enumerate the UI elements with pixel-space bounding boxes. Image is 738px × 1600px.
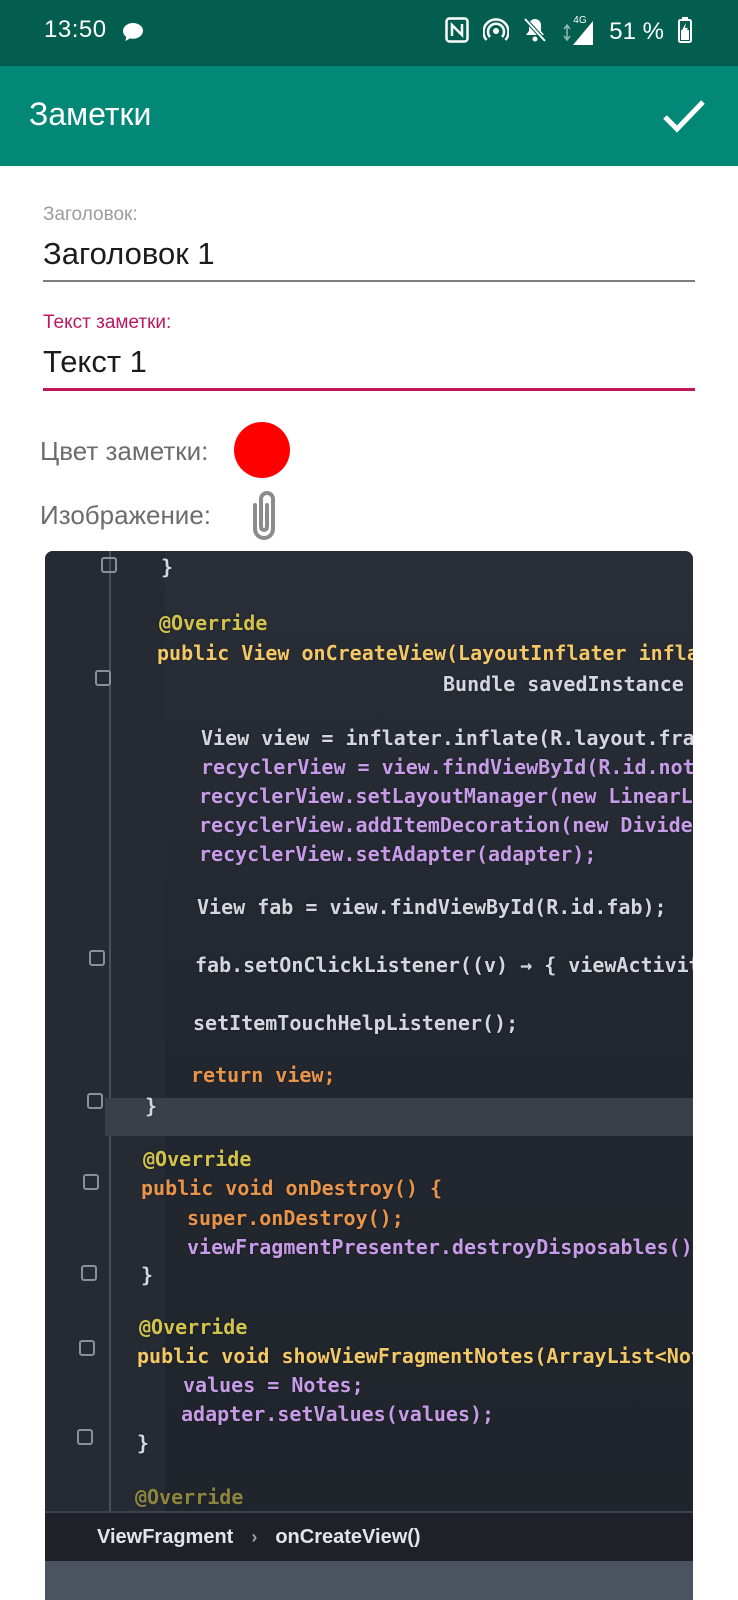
fold-marker (87, 1093, 103, 1109)
fold-marker (89, 950, 105, 966)
fold-marker (81, 1265, 97, 1281)
breadcrumb-separator: › (251, 1526, 258, 1547)
code-line: View view = inflater.inflate(R.layout.fr… (201, 726, 693, 750)
image-preview[interactable]: } @Override public View onCreateView(Lay… (45, 551, 693, 1600)
text-underline (43, 388, 695, 391)
hotspot-icon (482, 18, 511, 46)
code-line: @Override (135, 1485, 244, 1509)
code-line: public void showViewFragmentNotes(ArrayL… (137, 1344, 693, 1368)
code-line: Bundle savedInstance (443, 672, 684, 696)
image-label: Изображение: (40, 500, 212, 530)
color-picker-button[interactable] (234, 422, 290, 478)
confirm-button[interactable] (656, 88, 712, 144)
code-line: recyclerView.addItemDecoration(new Divid… (199, 813, 693, 837)
battery-icon (678, 17, 692, 47)
text-input[interactable]: Текст 1 (43, 334, 695, 388)
code-line: recyclerView.setLayoutManager(new Linear… (199, 784, 693, 808)
nfc-icon (445, 17, 470, 47)
color-label: Цвет заметки: (40, 436, 209, 466)
code-line: viewFragmentPresenter.destroyDisposables… (187, 1235, 693, 1259)
fold-marker (79, 1340, 95, 1356)
gutter-line (109, 551, 111, 1511)
code-line: recyclerView.setAdapter(adapter); (199, 842, 597, 866)
code-line: } (141, 1263, 154, 1287)
attach-image-button[interactable] (245, 487, 283, 543)
paperclip-icon (253, 491, 275, 540)
code-line: fab.setOnClickListener((v) → { viewActiv… (195, 953, 693, 977)
breadcrumb-class: ViewFragment (97, 1525, 234, 1548)
text-label: Текст заметки: (43, 312, 172, 333)
code-line: @Override (159, 611, 268, 635)
status-time: 13:50 (44, 16, 107, 43)
code-line: setItemTouchHelpListener(); (193, 1011, 519, 1035)
code-line: } (137, 1431, 150, 1455)
title-underline (43, 280, 695, 282)
code-line: public View onCreateView(LayoutInflater … (157, 641, 693, 665)
app-title: Заметки (29, 96, 152, 132)
code-line: @Override (143, 1147, 252, 1171)
battery-percent: 51 % (609, 18, 664, 45)
app-bar: Заметки (0, 66, 738, 166)
fold-marker (83, 1174, 99, 1190)
code-line: } (161, 555, 174, 579)
text-field: Текст заметки: Текст 1 (43, 312, 695, 391)
code-line: public void onDestroy() { (141, 1176, 443, 1200)
code-line: adapter.setValues(values); (181, 1402, 495, 1426)
fold-marker (101, 557, 117, 573)
code-line: values = Notes; (183, 1373, 364, 1397)
code-line: @Override (139, 1315, 248, 1339)
network-type: 4G (573, 15, 587, 26)
check-icon (663, 100, 705, 133)
title-input[interactable]: Заголовок 1 (43, 226, 695, 280)
signal-icon: 4G (561, 15, 595, 45)
highlighted-line (105, 1098, 693, 1136)
fold-marker (77, 1429, 93, 1445)
status-icons: 4G 51 % (445, 15, 692, 47)
chat-icon (122, 22, 144, 46)
code-photo: } @Override public View onCreateView(Lay… (45, 551, 693, 1511)
breadcrumb-method: onCreateView() (275, 1525, 421, 1548)
status-bar: 13:50 4G 51 % (0, 0, 738, 66)
fold-marker (95, 670, 111, 686)
code-line: return view; (191, 1063, 336, 1087)
code-line: recyclerView = view.findViewById(R.id.no… (201, 755, 693, 779)
title-field: Заголовок: Заголовок 1 (43, 204, 695, 282)
bell-off-icon (523, 17, 547, 47)
code-line: View fab = view.findViewById(R.id.fab); (197, 895, 667, 919)
code-line: super.onDestroy(); (187, 1206, 404, 1230)
photo-bottom-strip (45, 1561, 693, 1600)
code-breadcrumb: ViewFragment › onCreateView() (45, 1511, 693, 1561)
title-label: Заголовок: (43, 204, 138, 225)
code-line: } (145, 1094, 158, 1118)
